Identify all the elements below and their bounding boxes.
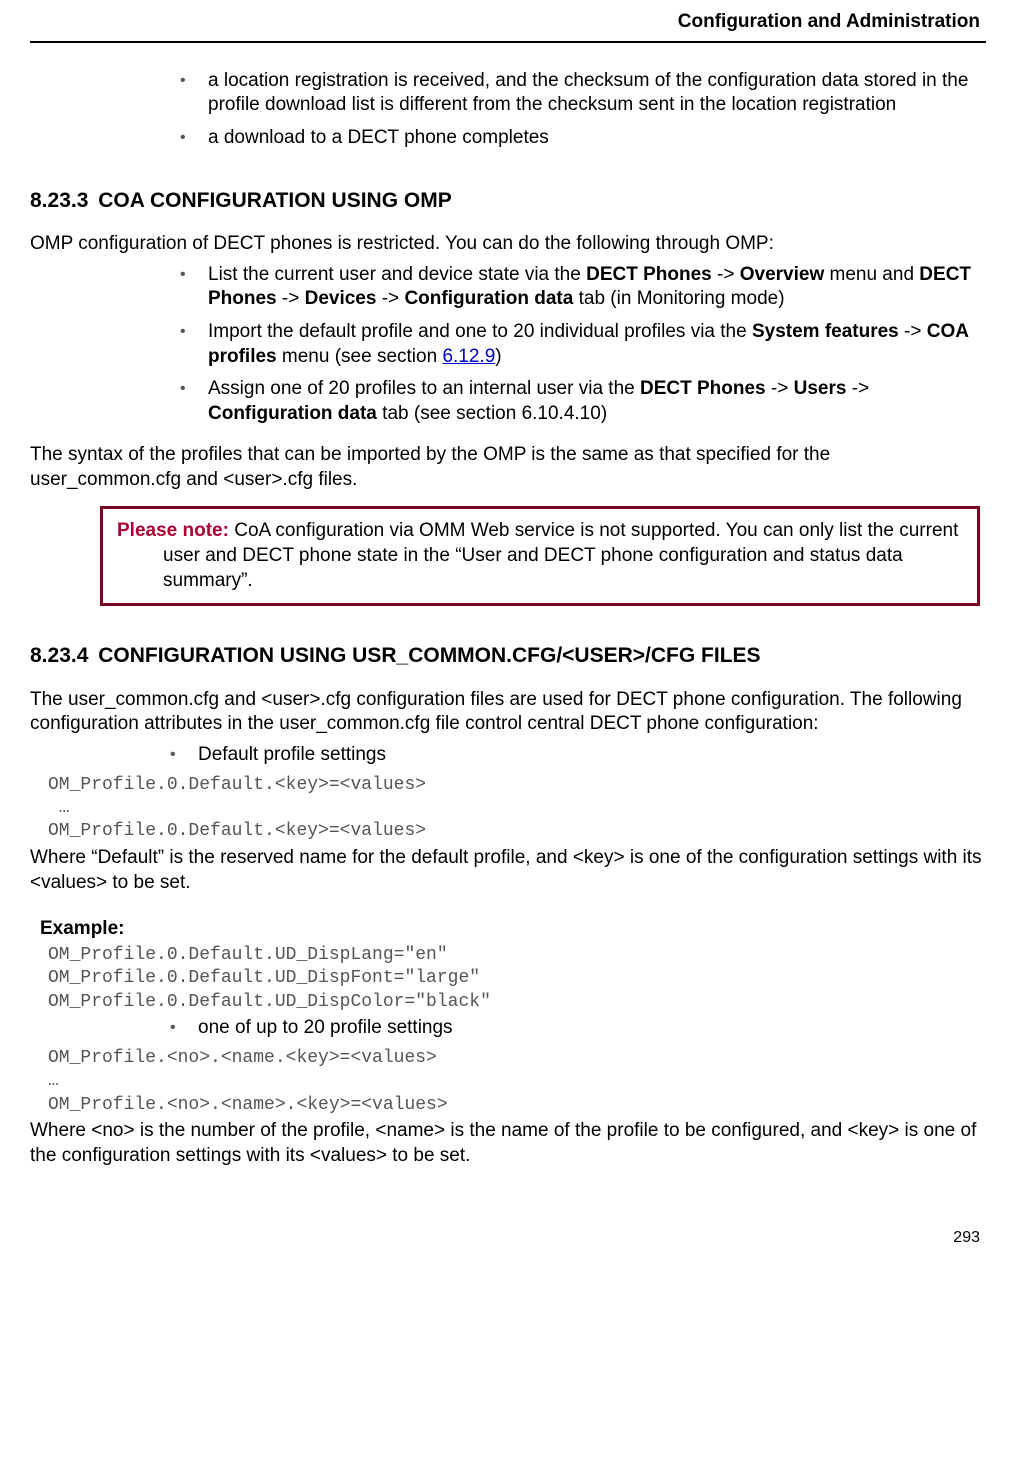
sec2-bullet-default: Default profile settings [170,743,986,768]
t: DECT Phones [586,264,712,285]
t: Configuration data [404,288,573,309]
section-1-para2: The syntax of the profiles that can be i… [30,443,986,492]
link-6-12-9[interactable]: 6.12.9 [442,346,495,367]
section-1-title: COA CONFIGURATION USING OMP [98,189,452,212]
t: System features [752,321,899,342]
intro-bullet-list: a location registration is received, and… [30,69,986,151]
note-text: CoA configuration via OMM Web service is… [163,520,958,590]
section-1-heading: 8.23.3 COA CONFIGURATION USING OMP [30,187,986,214]
t: -> [376,288,404,309]
t: Assign one of 20 profiles to an internal… [208,378,640,399]
t: Configuration data [208,403,377,424]
note-box: Please note: CoA configuration via OMM W… [100,506,980,606]
sec1-bullet-3: Assign one of 20 profiles to an internal… [180,377,986,426]
code-block-2: OM_Profile.0.Default.UD_DispLang="en" OM… [48,944,986,1014]
note-label: Please note: [117,520,229,541]
intro-bullet-2: a download to a DECT phone completes [180,126,986,151]
t: Import the default profile and one to 20… [208,321,752,342]
t: -> [277,288,305,309]
header-title: Configuration and Administration [30,10,986,35]
section-1-para: OMP configuration of DECT phones is rest… [30,232,986,257]
sec1-bullet-2: Import the default profile and one to 20… [180,320,986,369]
t: tab (in Monitoring mode) [573,288,784,309]
code-block-3: OM_Profile.<no>.<name.<key>=<values> … O… [48,1047,986,1117]
section-2-para2: Where “Default” is the reserved name for… [30,846,986,895]
page-number: 293 [30,1228,986,1249]
t: DECT Phones [640,378,766,399]
header-rule [30,41,986,43]
sec2-bullet-profile: one of up to 20 profile settings [170,1016,986,1041]
note-content: Please note: CoA configuration via OMM W… [117,519,963,593]
section-2-heading: 8.23.4 CONFIGURATION USING USR_COMMON.CF… [30,642,986,669]
section-2-number: 8.23.4 [30,644,88,667]
t: menu (see section [277,346,443,367]
example-label: Example: [40,917,986,942]
section-1-bullets: List the current user and device state v… [30,263,986,427]
intro-bullet-1: a location registration is received, and… [180,69,986,118]
code-block-1: OM_Profile.0.Default.<key>=<values> … OM… [48,774,986,844]
t: -> [712,264,740,285]
t: ) [495,346,501,367]
t: Devices [305,288,377,309]
t: -> [846,378,869,399]
section-2-bullets-b: one of up to 20 profile settings [30,1016,986,1041]
section-2-bullets-a: Default profile settings [30,743,986,768]
section-2-para3: Where <no> is the number of the profile,… [30,1119,986,1168]
t: Users [794,378,847,399]
section-1-number: 8.23.3 [30,189,88,212]
t: menu and [824,264,919,285]
t: -> [899,321,927,342]
sec1-bullet-1: List the current user and device state v… [180,263,986,312]
section-2-para: The user_common.cfg and <user>.cfg confi… [30,688,986,737]
t: -> [766,378,794,399]
section-2-title: CONFIGURATION USING USR_COMMON.CFG/<USER… [98,644,760,667]
t: Overview [740,264,825,285]
t: List the current user and device state v… [208,264,586,285]
t: tab (see section 6.10.4.10) [377,403,607,424]
page-container: Configuration and Administration a locat… [0,0,1016,1279]
